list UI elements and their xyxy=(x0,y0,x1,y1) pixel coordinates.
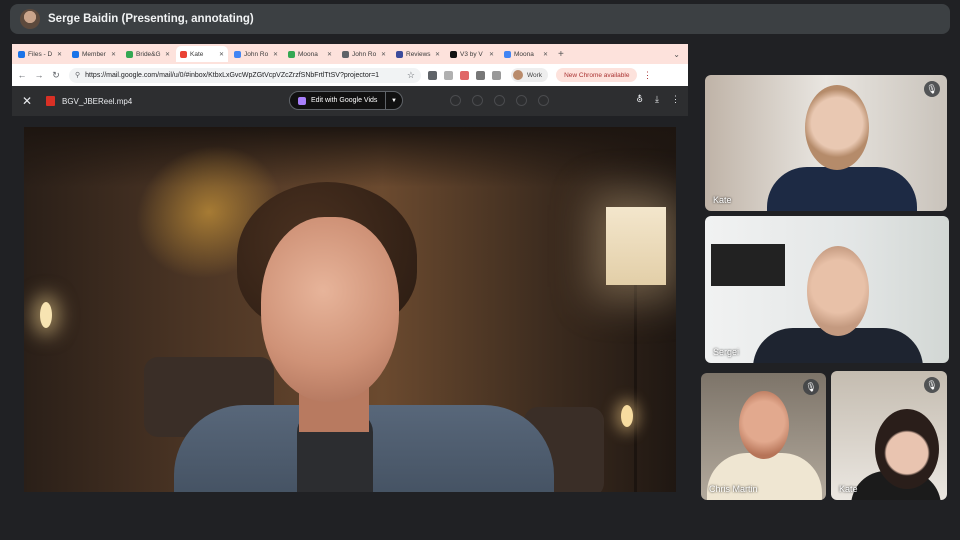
browser-tab[interactable]: John Ro ✕ xyxy=(338,46,390,62)
extension-icon[interactable] xyxy=(460,70,469,80)
tab-close-icon[interactable]: ✕ xyxy=(435,51,440,58)
participant-name: Sergei xyxy=(713,347,740,357)
participant-tile[interactable]: Kate 🎙 xyxy=(831,371,947,500)
chrome-update-button[interactable]: New Chrome available xyxy=(556,68,638,82)
participant-tile[interactable]: Kate 🎙 xyxy=(705,75,947,211)
faded-icon xyxy=(494,95,505,106)
browser-tab[interactable]: Moona ✕ xyxy=(500,46,552,62)
lamp-bulb xyxy=(621,405,633,427)
chevron-down-icon[interactable]: ▼ xyxy=(386,98,402,104)
tab-search-icon[interactable]: ⌄ xyxy=(673,50,680,59)
participant-name: Kate xyxy=(839,484,858,494)
browser-tab[interactable]: Moona ✕ xyxy=(284,46,336,62)
file-name: BGV_JBEReel.mp4 xyxy=(62,96,133,106)
wall-tv xyxy=(711,244,785,286)
tab-favicon xyxy=(396,50,403,58)
tab-close-icon[interactable]: ✕ xyxy=(273,51,278,58)
download-icon[interactable]: ⤓ xyxy=(655,94,659,105)
participant-name: Chris Martin xyxy=(709,484,758,494)
tab-close-icon[interactable]: ✕ xyxy=(165,51,170,58)
browser-toolbar: ← → ↻ ⚲ https://mail.google.com/mail/u/0… xyxy=(12,64,688,86)
tab-favicon xyxy=(126,50,133,58)
bookmark-star-icon[interactable]: ☆ xyxy=(407,70,415,81)
tab-close-icon[interactable]: ✕ xyxy=(489,51,494,58)
participant-tile[interactable]: Chris Martin 🎙 xyxy=(701,373,826,500)
new-tab-icon[interactable]: + xyxy=(558,49,564,60)
tab-favicon xyxy=(504,50,511,58)
shared-screen: Files - D ✕ Member ✕ Bride&G ✕ Kate ✕ John R… xyxy=(12,44,688,503)
speaker-face xyxy=(261,217,399,402)
google-vids-icon xyxy=(298,96,306,105)
profile-button[interactable]: Work xyxy=(511,68,549,82)
tab-favicon xyxy=(234,50,241,58)
browser-tab[interactable]: Reviews ✕ xyxy=(392,46,444,62)
video-file-icon xyxy=(46,96,55,106)
edit-with-vids-button[interactable]: Edit with Google Vids ▼ xyxy=(289,91,403,110)
tab-close-icon[interactable]: ✕ xyxy=(327,51,332,58)
browser-tab[interactable]: V3 by V ✕ xyxy=(446,46,498,62)
video-viewer-toolbar: ✕ BGV_JBEReel.mp4 Edit with Google Vids … xyxy=(12,86,688,116)
faded-toolbar-icons xyxy=(450,95,560,106)
tab-favicon xyxy=(18,50,25,58)
site-info-icon[interactable]: ⚲ xyxy=(75,71,80,79)
mic-muted-icon: 🎙 xyxy=(803,379,819,395)
presenter-label: Serge Baidin (Presenting, annotating) xyxy=(48,13,254,25)
mic-muted-icon: 🎙 xyxy=(924,81,940,97)
chrome-menu-icon[interactable]: ⋮ xyxy=(640,70,654,81)
gmail-icon xyxy=(180,50,187,58)
tab-favicon xyxy=(450,50,457,58)
meet-presenter-bar: Serge Baidin (Presenting, annotating) xyxy=(10,4,950,34)
tab-close-icon[interactable]: ✕ xyxy=(219,51,224,58)
extension-icon[interactable] xyxy=(492,70,501,80)
faded-icon xyxy=(516,95,527,106)
browser-tab[interactable]: John Ro ✕ xyxy=(230,46,282,62)
tab-favicon xyxy=(342,50,349,58)
browser-tab[interactable]: Files - D ✕ xyxy=(14,46,66,62)
url-text: https://mail.google.com/mail/u/0/#inbox/… xyxy=(85,71,380,79)
tab-close-icon[interactable]: ✕ xyxy=(57,51,62,58)
browser-tab-active[interactable]: Kate ✕ xyxy=(176,46,228,62)
tab-favicon xyxy=(288,50,295,58)
tab-close-icon[interactable]: ✕ xyxy=(543,51,548,58)
tab-favicon xyxy=(72,50,79,58)
faded-icon xyxy=(450,95,461,106)
address-bar[interactable]: ⚲ https://mail.google.com/mail/u/0/#inbo… xyxy=(69,67,421,83)
extensions-puzzle-icon[interactable] xyxy=(476,70,485,80)
browser-tab-strip: Files - D ✕ Member ✕ Bride&G ✕ Kate ✕ John R… xyxy=(12,44,688,64)
more-options-icon[interactable]: ⋮ xyxy=(671,94,680,105)
extension-icon[interactable] xyxy=(428,70,437,80)
faded-icon xyxy=(472,95,483,106)
presenter-avatar xyxy=(20,9,40,29)
participant-tile[interactable]: Sergei xyxy=(705,216,949,363)
close-icon[interactable]: ✕ xyxy=(22,94,36,108)
tab-close-icon[interactable]: ✕ xyxy=(381,51,386,58)
floor-lamp-shade xyxy=(606,207,666,285)
browser-tab[interactable]: Member ✕ xyxy=(68,46,120,62)
reload-icon[interactable]: ↻ xyxy=(49,70,63,81)
participant-name: Kate xyxy=(713,195,732,205)
add-to-drive-icon[interactable]: ⛢ xyxy=(636,94,643,105)
floor-lamp-pole xyxy=(634,285,637,492)
viewer-actions: ⛢ ⤓ ⋮ xyxy=(624,94,680,105)
mic-muted-icon: 🎙 xyxy=(924,377,940,393)
profile-avatar xyxy=(513,70,523,80)
extension-icon[interactable] xyxy=(444,70,453,80)
forward-icon[interactable]: → xyxy=(32,70,46,80)
lamp-bulb xyxy=(40,302,52,328)
faded-icon xyxy=(538,95,549,106)
video-frame[interactable] xyxy=(24,127,676,492)
back-icon[interactable]: ← xyxy=(15,70,29,80)
tab-close-icon[interactable]: ✕ xyxy=(111,51,116,58)
browser-tab[interactable]: Bride&G ✕ xyxy=(122,46,174,62)
